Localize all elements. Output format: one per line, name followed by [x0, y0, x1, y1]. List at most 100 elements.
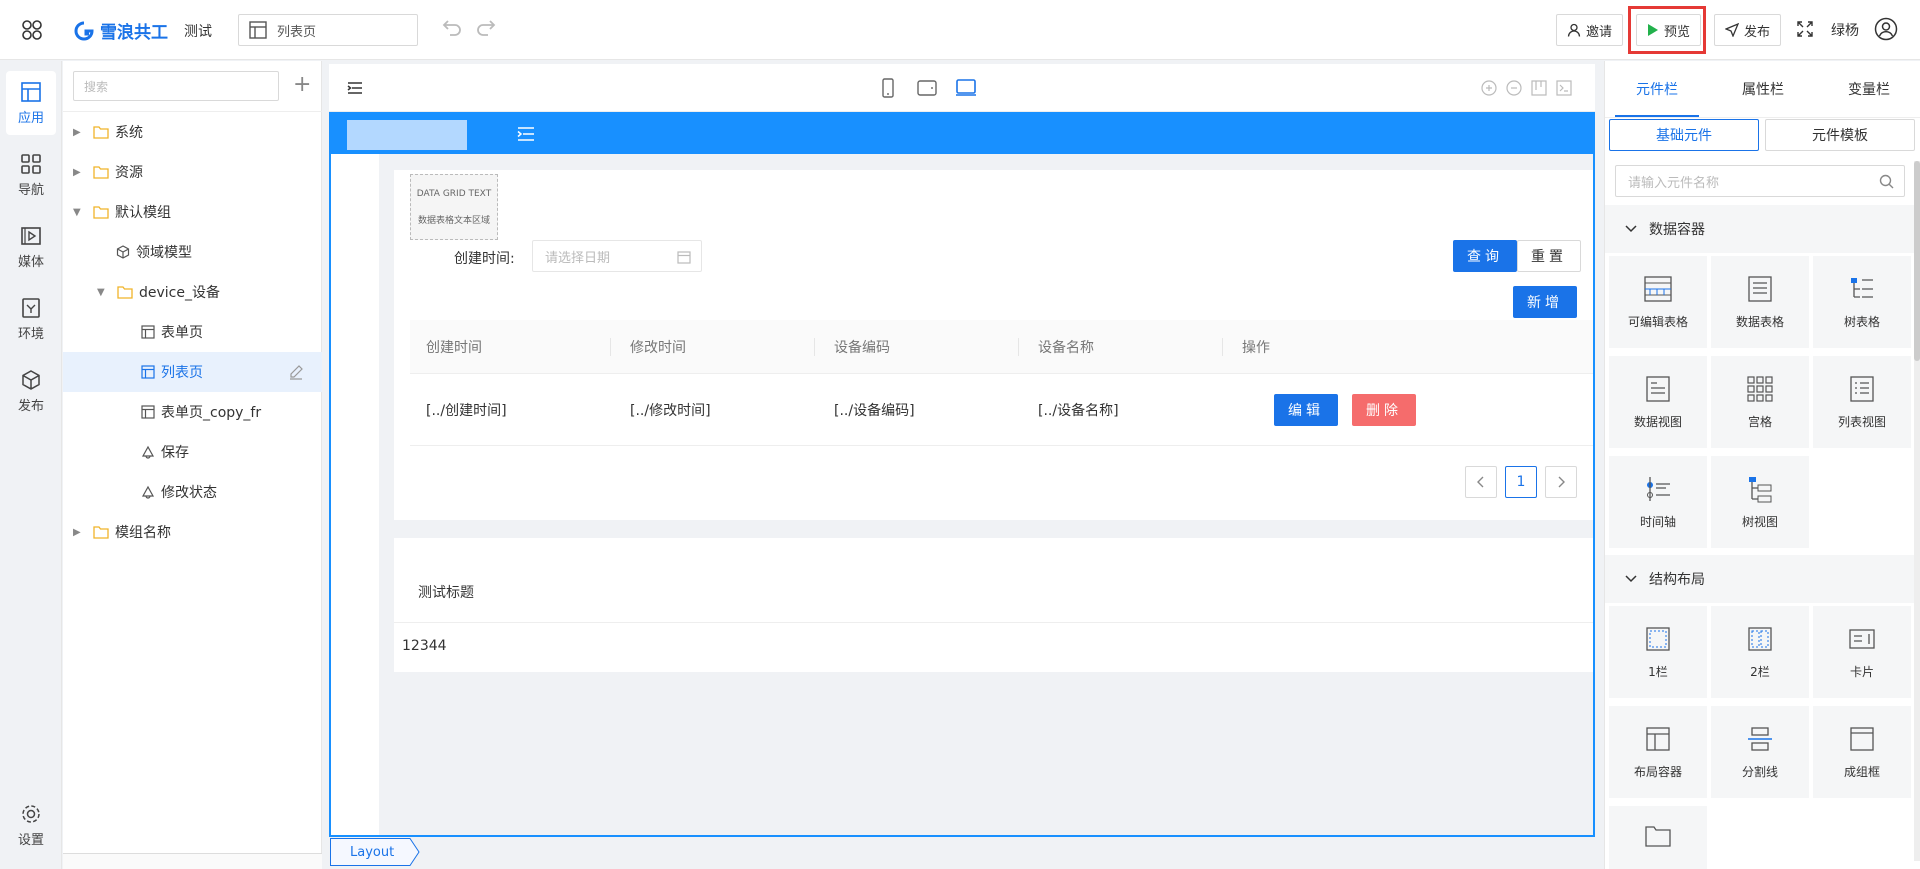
avatar[interactable] — [1874, 17, 1898, 45]
preview-button[interactable]: 预览 — [1636, 14, 1702, 46]
nav-item-settings[interactable]: 设置 — [6, 793, 56, 857]
table-cell: [../设备编码] — [834, 403, 915, 419]
caret-right-icon[interactable]: ▶ — [73, 127, 85, 138]
current-page-name: 列表页 — [277, 24, 317, 40]
add-button[interactable]: 新增 — [1513, 286, 1577, 318]
table-header-cell: 设备名称 — [1038, 340, 1094, 356]
nav-item-environment[interactable]: 环境 — [6, 287, 56, 351]
next-page-button[interactable] — [1545, 466, 1577, 498]
tree-item-resource[interactable]: ▶ 资源 — [63, 152, 322, 192]
table-header-cell: 创建时间 — [426, 340, 482, 356]
delete-button[interactable]: 删除 — [1352, 394, 1416, 426]
logo: 雪浪共工 测试 — [74, 18, 212, 43]
component-two-column[interactable]: 2栏 — [1711, 606, 1809, 698]
prev-page-button[interactable] — [1465, 466, 1497, 498]
collapse-menu-icon[interactable] — [347, 80, 363, 96]
redo-icon[interactable] — [476, 18, 496, 36]
component-layout-container[interactable]: 布局容器 — [1609, 706, 1707, 798]
editable-table-icon — [1644, 275, 1672, 302]
tab-components[interactable]: 元件栏 — [1605, 61, 1709, 117]
component-editable-table[interactable]: 可编辑表格 — [1609, 256, 1707, 348]
mobile-view-icon[interactable] — [881, 78, 895, 98]
caret-right-icon[interactable]: ▶ — [73, 527, 85, 538]
query-button[interactable]: 查询 — [1453, 240, 1517, 272]
logo-icon — [74, 21, 94, 40]
fullscreen-icon[interactable] — [1796, 20, 1814, 42]
invite-button[interactable]: 邀请 — [1556, 14, 1624, 46]
menu-toggle-icon[interactable] — [517, 126, 535, 142]
nav-item-navigation[interactable]: 导航 — [6, 143, 56, 207]
caret-down-icon[interactable]: ▼ — [97, 287, 109, 298]
board-icon[interactable] — [1531, 80, 1547, 96]
tree-table-icon — [1851, 277, 1873, 298]
tree-item-modify-status[interactable]: 修改状态 — [63, 472, 322, 512]
component-tree-view[interactable]: 树视图 — [1711, 456, 1809, 548]
tree-item-save[interactable]: 保存 — [63, 432, 322, 472]
search-icon[interactable] — [1879, 174, 1894, 189]
undo-icon[interactable] — [442, 18, 462, 36]
component-tree-table[interactable]: 树表格 — [1813, 256, 1911, 348]
tab-properties[interactable]: 属性栏 — [1711, 61, 1815, 117]
divider-icon — [1748, 726, 1772, 751]
caret-right-icon[interactable]: ▶ — [73, 167, 85, 178]
preview-sidebar — [331, 154, 379, 835]
tree-item-device[interactable]: ▼ device_设备 — [63, 272, 322, 312]
tree-item-domain-model[interactable]: 领域模型 — [63, 232, 322, 272]
component-group-box[interactable]: 成组框 — [1813, 706, 1911, 798]
component-card[interactable]: 卡片 — [1813, 606, 1911, 698]
publish-button[interactable]: 发布 — [1714, 14, 1782, 46]
component-data-table[interactable]: 数据表格 — [1711, 256, 1809, 348]
data-grid-text-widget[interactable]: DATA GRID TEXT 数据表格文本区域 — [410, 174, 498, 240]
component-more[interactable] — [1609, 806, 1707, 869]
group-box-icon — [1850, 726, 1874, 751]
tree-resize-handle[interactable] — [63, 853, 322, 869]
tree-item-form-page[interactable]: 表单页 — [63, 312, 322, 352]
tree-item-default-module[interactable]: ▼ 默认模组 — [63, 192, 322, 232]
code-icon[interactable] — [1556, 80, 1572, 96]
component-grid[interactable]: 宫格 — [1711, 356, 1809, 448]
component-divider[interactable]: 分割线 — [1711, 706, 1809, 798]
tree-item-form-page-copy[interactable]: 表单页_copy_fr — [63, 392, 322, 432]
component-timeline[interactable]: 时间轴 — [1609, 456, 1707, 548]
segment-basic-components[interactable]: 基础元件 — [1609, 119, 1759, 151]
app-grid-icon[interactable] — [14, 12, 50, 48]
add-icon[interactable]: + — [293, 73, 311, 97]
page-tree-panel: 搜索 + ▶ 系统 ▶ 资源 ▼ 默认模组 领域模型 ▼ device_设备 表… — [63, 61, 322, 869]
nav-item-publish[interactable]: 发布 — [6, 359, 56, 423]
calendar-icon — [677, 251, 691, 264]
tab-variables[interactable]: 变量栏 — [1817, 61, 1920, 117]
title-card[interactable]: 测试标题 12344 — [394, 538, 1593, 672]
user-name[interactable]: 绿杨 — [1831, 20, 1859, 40]
nav-item-app[interactable]: 应用 — [6, 71, 56, 135]
tablet-view-icon[interactable] — [917, 79, 937, 97]
edit-icon[interactable] — [288, 364, 304, 380]
panel-scrollbar[interactable] — [1914, 161, 1920, 361]
section-structure-layout[interactable]: 结构布局 — [1605, 555, 1920, 603]
current-page-selector[interactable]: 列表页 — [238, 14, 418, 46]
tree-search-input[interactable]: 搜索 — [73, 71, 279, 101]
header-logo-placeholder[interactable] — [347, 120, 467, 150]
date-picker-input[interactable]: 请选择日期 — [532, 240, 702, 272]
segment-component-templates[interactable]: 元件模板 — [1765, 119, 1915, 151]
zoom-out-icon[interactable] — [1506, 80, 1522, 96]
zoom-in-icon[interactable] — [1481, 80, 1497, 96]
two-column-icon — [1748, 626, 1772, 651]
component-search-input[interactable]: 请输入元件名称 — [1615, 165, 1905, 197]
caret-down-icon[interactable]: ▼ — [73, 207, 85, 218]
layout-breadcrumb-tab[interactable]: Layout — [330, 838, 420, 866]
section-data-container[interactable]: 数据容器 — [1605, 205, 1920, 253]
tree-item-module-name[interactable]: ▶ 模组名称 — [63, 512, 322, 552]
reset-button[interactable]: 重置 — [1517, 240, 1581, 272]
edit-button[interactable]: 编辑 — [1274, 394, 1338, 426]
desktop-view-icon[interactable] — [955, 79, 977, 97]
component-list-view[interactable]: 列表视图 — [1813, 356, 1911, 448]
divider — [394, 622, 1593, 623]
card-title: 测试标题 — [418, 585, 474, 601]
tree-item-system[interactable]: ▶ 系统 — [63, 112, 322, 152]
nav-item-media[interactable]: 媒体 — [6, 215, 56, 279]
component-data-view[interactable]: 数据视图 — [1609, 356, 1707, 448]
page-number-current[interactable]: 1 — [1505, 466, 1537, 498]
tree-item-list-page[interactable]: 列表页 — [63, 352, 322, 392]
design-canvas[interactable]: DATA GRID TEXT 数据表格文本区域 创建时间: 请选择日期 查询 重… — [329, 112, 1595, 837]
component-one-column[interactable]: 1栏 — [1609, 606, 1707, 698]
